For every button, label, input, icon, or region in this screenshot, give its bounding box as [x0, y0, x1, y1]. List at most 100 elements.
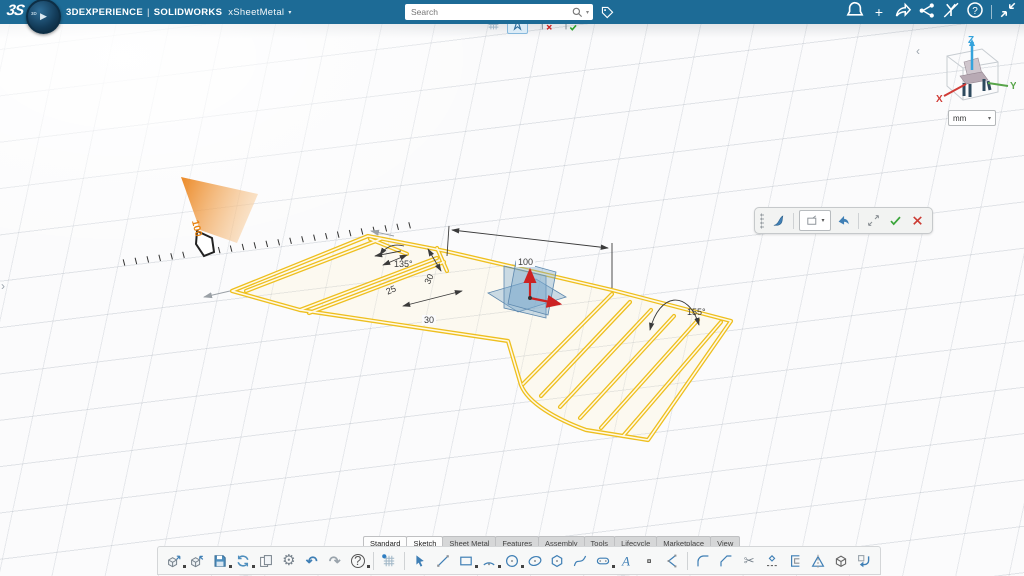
polygon-tool[interactable]: [547, 550, 569, 572]
left-panel-handle[interactable]: ›: [1, 279, 5, 293]
add-content-icon-glyph: +: [875, 4, 883, 20]
project-geometry-tool[interactable]: [830, 550, 852, 572]
partopen-glyph: [189, 553, 205, 569]
redo-button-glyph: ↷: [329, 554, 341, 568]
search-input[interactable]: [409, 6, 571, 18]
dimension-angle-right[interactable]: 155°: [687, 307, 706, 317]
add-content-icon[interactable]: +: [869, 2, 889, 22]
fillet-glyph: [695, 553, 711, 569]
app-name[interactable]: xSheetMetal: [228, 7, 284, 18]
help-button-glyph: ?: [351, 554, 365, 568]
compass-3d-label: 3D: [31, 11, 37, 16]
dimension-angle-left[interactable]: 135°: [394, 259, 413, 269]
axis-y-label: Y: [1010, 81, 1016, 92]
circle-tool[interactable]: [501, 550, 523, 572]
bell-glyph: [845, 0, 865, 25]
fillet-tool[interactable]: [692, 550, 714, 572]
cancel-button[interactable]: [908, 211, 927, 230]
settings-button[interactable]: ⚙: [278, 550, 300, 572]
ellipse-glyph: [527, 553, 543, 569]
sketch-grid-button[interactable]: [378, 550, 400, 572]
3d-viewport[interactable]: 135° 25 30 100 30 155° 100 ›: [0, 24, 1024, 576]
search-icon[interactable]: [571, 6, 584, 19]
fmove-glyph: [836, 213, 851, 228]
collapse-glyph: [998, 0, 1018, 25]
offset-tool[interactable]: [784, 550, 806, 572]
help-icon[interactable]: ?: [965, 2, 985, 22]
units-select[interactable]: mm ▾: [948, 110, 996, 126]
trim-tool[interactable]: ✂: [738, 550, 760, 572]
undo-button[interactable]: ↶: [301, 550, 323, 572]
sync-button[interactable]: [232, 550, 254, 572]
play-icon: ▶: [40, 12, 47, 21]
mirror-tool[interactable]: [807, 550, 829, 572]
toolbar-divider: [991, 5, 992, 19]
compass-icon[interactable]: ▶ 3D: [26, 0, 61, 34]
toolbar-divider: [373, 552, 374, 570]
direction-arrow-button[interactable]: [834, 211, 853, 230]
rectangle-tool[interactable]: [455, 550, 477, 572]
toolbar-divider: [858, 213, 859, 229]
fok-glyph: [888, 213, 903, 228]
toolbar-divider: [687, 552, 688, 570]
spline-tool[interactable]: [569, 550, 591, 572]
convert-entities-tool[interactable]: [761, 550, 783, 572]
arc-tool[interactable]: [478, 550, 500, 572]
brand-separator: |: [147, 7, 150, 18]
redo-button[interactable]: ↷: [324, 550, 346, 572]
application-window: 3S ▶ 3D 3DEXPERIENCE | SOLIDWORKS xSheet…: [0, 0, 1024, 576]
profile-preset-button[interactable]: ▾: [799, 210, 831, 231]
point-glyph: [641, 553, 657, 569]
chevron-down-icon[interactable]: ▾: [288, 9, 291, 16]
sheetmetal-sketch[interactable]: [232, 236, 731, 440]
search-box[interactable]: ▾: [405, 4, 593, 20]
flyout-dot[interactable]: [367, 565, 370, 568]
toolbar-divider: [793, 213, 794, 229]
line-tool[interactable]: [432, 550, 454, 572]
flange-tool-icon[interactable]: [769, 211, 788, 230]
dimension-width-bottom[interactable]: 30: [422, 315, 436, 325]
arc-glyph: [481, 553, 497, 569]
fexpand-glyph: [866, 213, 881, 228]
share-glyph: [893, 0, 913, 25]
toolbar-divider: [404, 552, 405, 570]
help-button[interactable]: ?: [347, 550, 369, 572]
floating-command-bar: ▾: [754, 207, 933, 234]
axis-x-label: X: [936, 94, 943, 105]
polyline-tool[interactable]: [661, 550, 683, 572]
view-cube[interactable]: X Y Z: [920, 34, 1016, 118]
swym-icon[interactable]: [941, 2, 961, 22]
community-icon[interactable]: [917, 2, 937, 22]
search-scope-chevron-icon[interactable]: ▾: [586, 9, 589, 16]
text-tool[interactable]: A: [615, 550, 637, 572]
circle-glyph: [504, 553, 520, 569]
spline-glyph: [572, 553, 588, 569]
frect-glyph: [805, 213, 820, 228]
ellipse-tool[interactable]: [524, 550, 546, 572]
rect-glyph: [458, 553, 474, 569]
share-icon[interactable]: [893, 2, 913, 22]
export-part-button[interactable]: [163, 550, 185, 572]
confirm-button[interactable]: [886, 211, 905, 230]
properties-button[interactable]: [255, 550, 277, 572]
exit-sketch-button[interactable]: [853, 550, 875, 572]
tag-glyph: [600, 5, 615, 20]
caret-down-icon[interactable]: ▾: [821, 217, 824, 224]
svg-text:?: ?: [972, 5, 978, 16]
tag-icon[interactable]: [598, 3, 616, 21]
fswoosh-glyph: [771, 213, 786, 228]
expand-dialog-button[interactable]: [864, 211, 883, 230]
drag-handle[interactable]: [760, 213, 764, 229]
import-part-button[interactable]: [186, 550, 208, 572]
floppy-glyph: [212, 553, 228, 569]
slot-glyph: [595, 553, 611, 569]
sketch-mode-button[interactable]: [409, 550, 431, 572]
collapse-window-icon[interactable]: [998, 2, 1018, 22]
dimension-len-top[interactable]: 100: [516, 257, 535, 267]
chamfer-tool[interactable]: [715, 550, 737, 572]
cube3d-glyph: [833, 553, 849, 569]
point-tool[interactable]: [638, 550, 660, 572]
save-button[interactable]: [209, 550, 231, 572]
slot-tool[interactable]: [592, 550, 614, 572]
notifications-icon[interactable]: [845, 2, 865, 22]
